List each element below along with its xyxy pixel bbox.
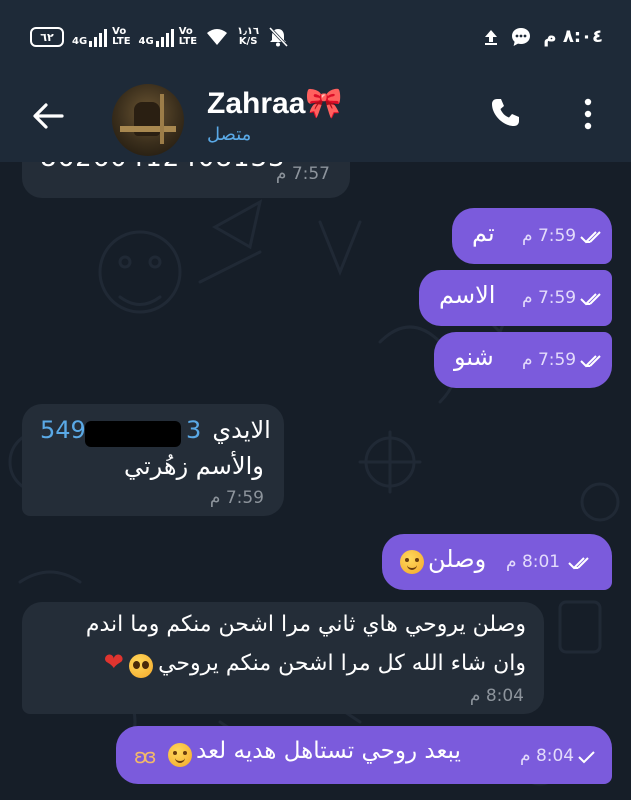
chat-header: Zahraa🎀 متصل: [0, 80, 631, 162]
message-text: يبعد روحي تستاهل هديه لعد: [196, 738, 461, 764]
message-bubble-incoming[interactable]: 549 3 الايدي والأسم زهُرتي 7:59 م: [22, 404, 284, 516]
message-text: تم: [472, 219, 495, 247]
message-text: وصلن: [428, 545, 487, 573]
message-bubble-incoming[interactable]: وصلن يروحي هاي ثاني مرا اشحن منكم وما ان…: [22, 602, 544, 714]
status-bar-right: ٨:٠٤ م: [483, 26, 603, 47]
message-bubble-incoming[interactable]: 86260412408133 7:57 م: [22, 162, 350, 198]
status-bar: ٦٢ 4G Vo LTE 4G Vo LTE ١٫١٦ K/S ٨:٠٤ م: [0, 0, 631, 80]
message-bubble-outgoing[interactable]: ʚɞ يبعد روحي تستاهل هديه لعد 8:04 م: [116, 726, 612, 784]
message-time: 7:59 م: [522, 226, 577, 246]
message-time: 7:59 م: [522, 350, 577, 370]
message-line-2-row: ❤ وان شاء الله كل مرا اشحن منكم يروحي: [104, 648, 526, 678]
double-check-icon: [580, 231, 601, 244]
message-time: 7:59 م: [522, 288, 577, 308]
chat-title[interactable]: Zahraa🎀: [207, 86, 343, 121]
online-status: متصل: [207, 124, 252, 145]
chat-notification-icon: [512, 27, 531, 46]
signal-icon: [89, 29, 108, 47]
smiling-face-emoji-icon: [400, 550, 424, 574]
more-options-icon[interactable]: [578, 96, 598, 132]
message-time: 8:04 م: [469, 686, 524, 706]
message-bubble-outgoing[interactable]: شنو 7:59 م: [434, 332, 612, 388]
message-text: الاسم: [439, 281, 496, 309]
status-bar-left: ٦٢ 4G Vo LTE 4G Vo LTE ١٫١٦ K/S: [30, 26, 289, 48]
message-line-2: والأسم زهُرتي: [124, 452, 264, 480]
avatar[interactable]: [112, 84, 184, 156]
message-bubble-outgoing[interactable]: تم 7:59 م: [452, 208, 612, 264]
red-heart-emoji-icon: ❤: [103, 648, 124, 676]
single-check-icon: [578, 751, 595, 764]
double-check-icon: [568, 557, 589, 570]
speed-unit: K/S: [238, 36, 258, 47]
message-bubble-outgoing[interactable]: الاسم 7:59 م: [419, 270, 612, 326]
message-time: 8:04 م: [520, 746, 575, 766]
wifi-icon: [207, 29, 228, 45]
pleading-face-emoji-icon: [128, 653, 153, 678]
id-link-tail[interactable]: 3: [186, 416, 201, 444]
mute-icon: [269, 26, 289, 48]
lte-label: LTE: [112, 36, 131, 47]
id-label: الايدي: [212, 416, 271, 444]
message-text: شنو: [454, 343, 494, 371]
upload-icon: [485, 29, 498, 45]
double-check-icon: [580, 293, 601, 306]
smiling-face-emoji-icon: [168, 743, 192, 767]
network-indicator-1: 4G Vo LTE: [72, 27, 131, 47]
message-bubble-outgoing[interactable]: وصلن 8:01 م: [382, 534, 612, 590]
signal-icon: [155, 29, 174, 47]
message-line-1: 549 3 الايدي: [40, 416, 271, 447]
id-link[interactable]: 549: [40, 416, 86, 444]
network-indicator-2: 4G Vo LTE: [138, 27, 198, 47]
message-time: 7:57 م: [275, 164, 330, 184]
network-type: 4G: [72, 36, 88, 47]
phone-icon[interactable]: [488, 96, 522, 130]
status-time: ٨:٠٤ م: [543, 26, 603, 47]
back-arrow-icon[interactable]: [28, 96, 68, 136]
battery-level: ٦٢: [40, 30, 54, 44]
message-line-1: وصلن يروحي هاي ثاني مرا اشحن منكم وما ان…: [85, 612, 526, 637]
message-text: 86260412408133: [40, 162, 286, 173]
redacted-block: [84, 420, 181, 447]
network-type: 4G: [138, 36, 154, 47]
lte-label: LTE: [178, 36, 198, 47]
message-time: 7:59 م: [209, 488, 264, 508]
chat-area[interactable]: 86260412408133 7:57 م تم 7:59 م الاسم 7:…: [0, 162, 631, 800]
double-check-icon: [580, 355, 601, 368]
message-line-2: وان شاء الله كل مرا اشحن منكم يروحي: [158, 651, 526, 676]
battery-icon: ٦٢: [30, 27, 64, 47]
heart-hands-emoji-icon: ʚɞ: [134, 744, 156, 768]
message-time: 8:01 م: [506, 552, 561, 572]
